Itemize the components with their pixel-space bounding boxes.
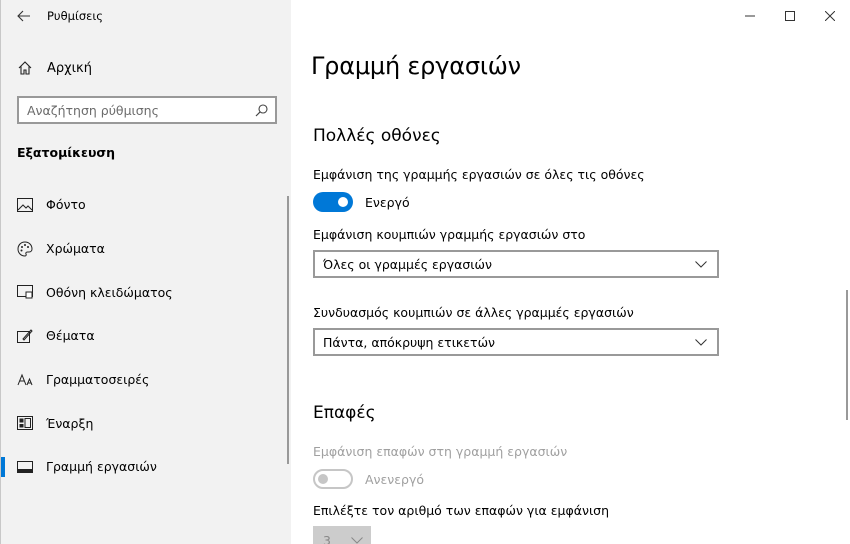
sidebar-item-label: Έναρξη bbox=[46, 415, 94, 431]
sidebar-item-label: Οθόνη κλειδώματος bbox=[46, 284, 173, 300]
contacts-count-label: Επιλέξτε τον αριθμό των επαφών για εμφάν… bbox=[313, 503, 610, 518]
show-buttons-on-label: Εμφάνιση κουμπιών γραμμής εργασιών στο bbox=[313, 227, 586, 242]
window-controls bbox=[730, 0, 850, 32]
sidebar-item-fonts[interactable]: Γραμματοσειρές bbox=[1, 358, 287, 402]
sidebar-nav: Φόντο Χρώματα Οθόνη κλειδώματος Θέματα Γ… bbox=[1, 183, 287, 489]
sidebar-item-background[interactable]: Φόντο bbox=[1, 183, 287, 227]
content-scrollbar[interactable] bbox=[846, 290, 848, 420]
sidebar: Ρυθμίσεις Αρχική Εξατομίκευση Φόντο bbox=[0, 0, 291, 544]
show-taskbar-all-displays-label: Εμφάνιση της γραμμής εργασιών σε όλες τι… bbox=[313, 167, 645, 182]
sidebar-item-label: Φόντο bbox=[46, 197, 86, 213]
toggle-state-text: Ανενεργό bbox=[365, 471, 425, 487]
home-label: Αρχική bbox=[47, 60, 92, 76]
sidebar-scrollbar[interactable] bbox=[287, 196, 289, 464]
app-title: Ρυθμίσεις bbox=[47, 9, 103, 23]
show-contacts-toggle[interactable] bbox=[313, 469, 353, 489]
show-buttons-on-dropdown[interactable]: Όλες οι γραμμές εργασιών bbox=[313, 250, 719, 278]
home-icon bbox=[18, 61, 32, 75]
page-title: Γραμμή εργασιών bbox=[311, 52, 521, 80]
search-input[interactable] bbox=[19, 98, 247, 122]
dropdown-value: 3 bbox=[323, 532, 331, 544]
chevron-down-icon bbox=[695, 260, 707, 268]
dropdown-value: Πάντα, απόκρυψη ετικετών bbox=[323, 334, 496, 350]
picture-icon bbox=[17, 197, 33, 213]
font-icon bbox=[17, 372, 33, 388]
sidebar-item-label: Θέματα bbox=[46, 328, 95, 344]
people-heading: Επαφές bbox=[313, 403, 376, 423]
close-icon bbox=[825, 11, 835, 21]
toggle-knob bbox=[338, 197, 348, 207]
toggle-state-text: Ενεργό bbox=[365, 194, 410, 210]
multiple-displays-heading: Πολλές οθόνες bbox=[313, 126, 441, 146]
sidebar-item-lock-screen[interactable]: Οθόνη κλειδώματος bbox=[1, 270, 287, 314]
themes-icon bbox=[17, 328, 33, 344]
show-taskbar-all-displays-toggle[interactable] bbox=[313, 192, 353, 212]
title-bar: Ρυθμίσεις bbox=[1, 0, 292, 32]
show-contacts-toggle-row[interactable]: Ανενεργό bbox=[313, 469, 424, 489]
sidebar-item-label: Γραμματοσειρές bbox=[46, 372, 150, 388]
sidebar-item-home[interactable]: Αρχική bbox=[1, 52, 292, 84]
back-button[interactable] bbox=[1, 0, 47, 32]
search-box bbox=[17, 96, 277, 124]
maximize-icon bbox=[785, 11, 795, 21]
back-arrow-icon bbox=[17, 10, 30, 22]
search-button[interactable] bbox=[247, 98, 275, 122]
contacts-count-dropdown[interactable]: 3 bbox=[313, 526, 371, 544]
chevron-down-icon bbox=[695, 338, 707, 346]
sidebar-item-label: Χρώματα bbox=[46, 241, 105, 257]
show-taskbar-all-displays-toggle-row[interactable]: Ενεργό bbox=[313, 192, 410, 212]
palette-icon bbox=[17, 241, 33, 257]
dropdown-value: Όλες οι γραμμές εργασιών bbox=[323, 256, 492, 272]
sidebar-item-start[interactable]: Έναρξη bbox=[1, 401, 287, 445]
combine-buttons-dropdown[interactable]: Πάντα, απόκρυψη ετικετών bbox=[313, 328, 719, 356]
sidebar-item-label: Γραμμή εργασιών bbox=[46, 459, 157, 475]
show-contacts-label: Εμφάνιση επαφών στη γραμμή εργασιών bbox=[313, 444, 568, 459]
minimize-button[interactable] bbox=[730, 0, 770, 32]
section-label: Εξατομίκευση bbox=[17, 145, 116, 160]
taskbar-icon bbox=[17, 459, 33, 475]
toggle-knob bbox=[318, 474, 328, 484]
sidebar-item-taskbar[interactable]: Γραμμή εργασιών bbox=[1, 445, 287, 489]
combine-buttons-label: Συνδυασμός κουμπιών σε άλλες γραμμές εργ… bbox=[313, 305, 634, 320]
sidebar-item-themes[interactable]: Θέματα bbox=[1, 314, 287, 358]
main-content: Γραμμή εργασιών Πολλές οθόνες Εμφάνιση τ… bbox=[291, 0, 850, 544]
close-button[interactable] bbox=[810, 0, 850, 32]
lock-screen-icon bbox=[17, 284, 33, 300]
minimize-icon bbox=[745, 15, 755, 17]
chevron-down-icon bbox=[351, 536, 363, 544]
sidebar-item-colors[interactable]: Χρώματα bbox=[1, 227, 287, 271]
search-icon bbox=[255, 103, 268, 116]
maximize-button[interactable] bbox=[770, 0, 810, 32]
start-icon bbox=[17, 415, 33, 431]
